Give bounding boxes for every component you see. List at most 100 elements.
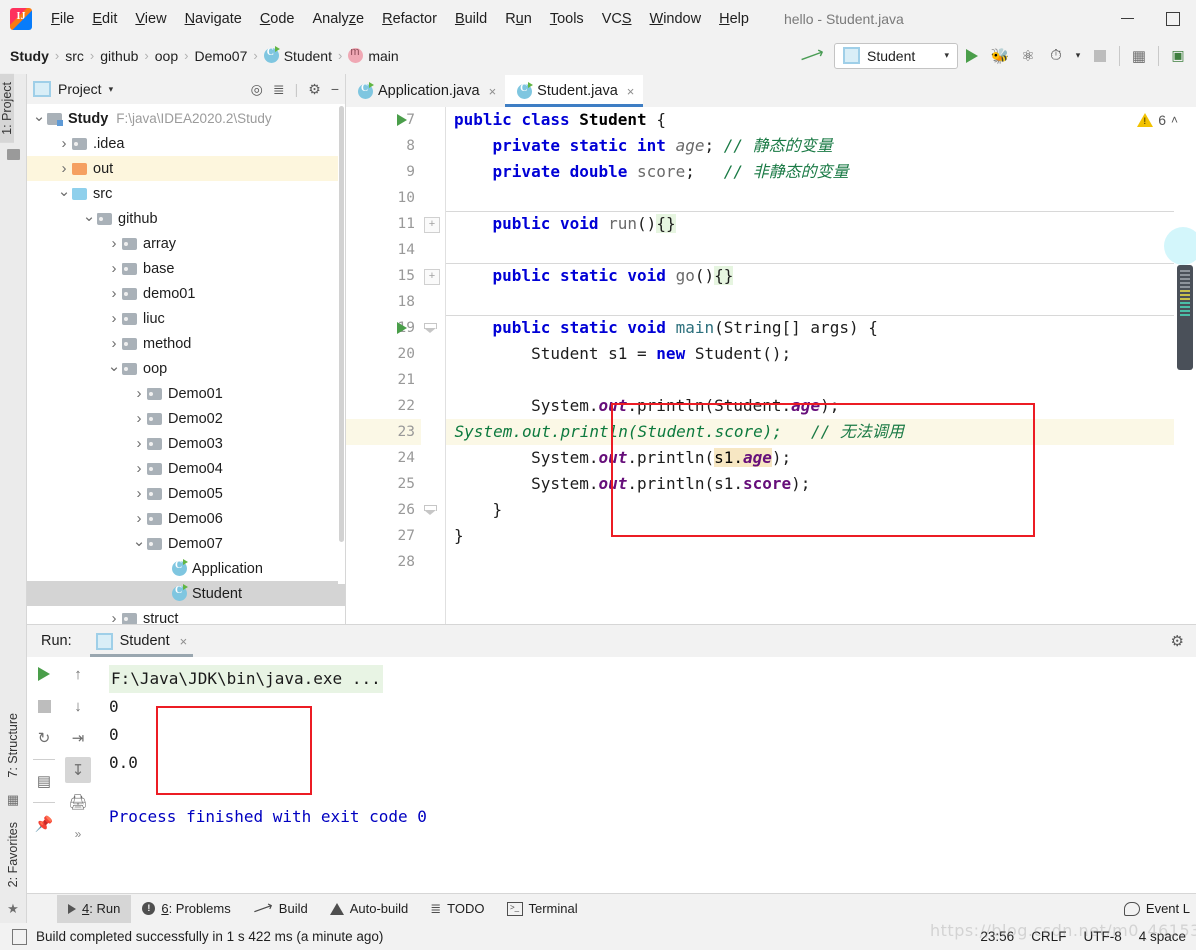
gear-icon[interactable]: ⚙ bbox=[308, 81, 321, 98]
menu-build[interactable]: Build bbox=[446, 8, 496, 30]
hammer-icon[interactable]: ⟶ bbox=[797, 42, 827, 69]
profiler-button[interactable]: ⏱ bbox=[1042, 42, 1070, 70]
breadcrumb-src[interactable]: src bbox=[65, 48, 84, 64]
close-icon[interactable]: × bbox=[489, 84, 497, 99]
structure-icon[interactable]: ▦ bbox=[7, 792, 19, 808]
file-encoding[interactable]: UTF-8 bbox=[1083, 929, 1121, 944]
folder-icon[interactable] bbox=[7, 149, 20, 160]
layout-button[interactable]: ▤ bbox=[31, 768, 57, 794]
fold-collapse-icon[interactable] bbox=[424, 505, 437, 516]
chevron-down-icon[interactable] bbox=[106, 360, 122, 378]
sidebar-item-structure[interactable]: 7: Structure bbox=[6, 705, 20, 786]
star-icon[interactable]: ★ bbox=[7, 901, 19, 917]
run-button[interactable] bbox=[958, 42, 986, 70]
tree-node-base[interactable]: base bbox=[27, 256, 345, 281]
close-icon[interactable]: × bbox=[627, 84, 635, 99]
tree-node-struct[interactable]: struct bbox=[27, 606, 345, 624]
gear-icon[interactable]: ⚙ bbox=[1171, 632, 1184, 650]
tree-node-demo02[interactable]: Demo02 bbox=[27, 406, 345, 431]
chevron-right-icon[interactable] bbox=[131, 435, 147, 452]
caret-position[interactable]: 23:56 bbox=[980, 929, 1014, 944]
inspection-widget[interactable]: 6 ˄ bbox=[1131, 112, 1178, 128]
breadcrumb-student[interactable]: Student bbox=[264, 48, 332, 64]
run-configuration-selector[interactable]: Student ▾ bbox=[834, 43, 958, 69]
tree-node-demo01[interactable]: demo01 bbox=[27, 281, 345, 306]
bottom-tab-auto-build[interactable]: Auto-build bbox=[319, 895, 420, 923]
breadcrumb-github[interactable]: github bbox=[100, 48, 138, 64]
tree-node-demo06[interactable]: Demo06 bbox=[27, 506, 345, 531]
gutter-run-icon[interactable] bbox=[394, 315, 410, 341]
chevron-right-icon[interactable] bbox=[106, 310, 122, 327]
event-log-button[interactable]: Event L bbox=[1124, 901, 1196, 916]
sidebar-item-project[interactable]: 1: Project bbox=[0, 74, 14, 143]
stop-button[interactable] bbox=[1086, 42, 1114, 70]
chevron-up-icon[interactable]: ˄ bbox=[1171, 113, 1178, 127]
tree-node-demo03[interactable]: Demo03 bbox=[27, 431, 345, 456]
tree-node-demo04[interactable]: Demo04 bbox=[27, 456, 345, 481]
run-tab-student[interactable]: Student × bbox=[90, 626, 194, 657]
bottom-tab-todo[interactable]: ≣TODO bbox=[419, 895, 495, 923]
scroll-up-button[interactable]: ↑ bbox=[65, 661, 91, 687]
breadcrumb-study[interactable]: Study bbox=[10, 48, 49, 64]
chevron-right-icon[interactable] bbox=[106, 335, 122, 352]
chevron-right-icon[interactable] bbox=[56, 160, 72, 177]
project-tree[interactable]: StudyF:\java\IDEA2020.2\Study.ideaoutsrc… bbox=[27, 104, 345, 624]
tree-node-demo01[interactable]: Demo01 bbox=[27, 381, 345, 406]
search-everywhere-button[interactable]: ▣ bbox=[1164, 42, 1192, 70]
project-tree-scrollbar[interactable] bbox=[338, 106, 345, 584]
bottom-tab-problems[interactable]: !6: Problems bbox=[131, 895, 241, 923]
tree-node-method[interactable]: method bbox=[27, 331, 345, 356]
close-icon[interactable]: × bbox=[180, 634, 188, 649]
indent-setting[interactable]: 4 space bbox=[1139, 929, 1186, 944]
soft-wrap-button[interactable]: ⇥ bbox=[65, 725, 91, 751]
menu-window[interactable]: Window bbox=[641, 8, 711, 30]
more-button[interactable]: » bbox=[65, 821, 91, 847]
chevron-right-icon[interactable] bbox=[106, 610, 122, 624]
bottom-tab-build[interactable]: ⟶Build bbox=[242, 895, 319, 923]
console-output[interactable]: F:\Java\JDK\bin\java.exe ... 0 0 0.0 Pro… bbox=[95, 657, 1196, 893]
scroll-to-end-button[interactable]: ↧ bbox=[65, 757, 91, 783]
menu-analyze[interactable]: Analyze bbox=[304, 8, 374, 30]
menu-navigate[interactable]: Navigate bbox=[176, 8, 251, 30]
print-button[interactable]: 🖨 bbox=[65, 789, 91, 815]
gutter-run-icon[interactable] bbox=[394, 107, 410, 133]
profiler-dropdown[interactable]: ▾ bbox=[1070, 42, 1086, 70]
fold-expand-icon[interactable]: + bbox=[424, 217, 440, 233]
breadcrumb-main[interactable]: main bbox=[348, 48, 398, 64]
breadcrumb-demo07[interactable]: Demo07 bbox=[194, 48, 247, 64]
editor-fold-column[interactable]: ++ bbox=[421, 107, 446, 624]
breadcrumb-oop[interactable]: oop bbox=[155, 48, 178, 64]
menu-vcs[interactable]: VCS bbox=[593, 8, 641, 30]
tree-node-student[interactable]: Student bbox=[27, 581, 345, 606]
scroll-down-button[interactable]: ↓ bbox=[65, 693, 91, 719]
bottom-tab-run[interactable]: 4: Run bbox=[57, 895, 131, 923]
pin-button[interactable]: 📌 bbox=[31, 811, 57, 837]
fold-expand-icon[interactable]: + bbox=[424, 269, 440, 285]
menu-code[interactable]: Code bbox=[251, 8, 304, 30]
bottom-tab-terminal[interactable]: >_Terminal bbox=[496, 895, 589, 923]
chevron-right-icon[interactable] bbox=[131, 510, 147, 527]
tree-node-demo05[interactable]: Demo05 bbox=[27, 481, 345, 506]
tab-student-java[interactable]: Student.java × bbox=[505, 75, 643, 107]
chevron-right-icon[interactable] bbox=[131, 410, 147, 427]
chevron-down-icon[interactable]: ▾ bbox=[109, 84, 114, 95]
sidebar-item-favorites[interactable]: 2: Favorites bbox=[6, 814, 20, 895]
project-structure-button[interactable]: ▦ bbox=[1125, 42, 1153, 70]
tree-node-study[interactable]: StudyF:\java\IDEA2020.2\Study bbox=[27, 106, 345, 131]
line-separator[interactable]: CRLF bbox=[1031, 929, 1066, 944]
tree-node-liuc[interactable]: liuc bbox=[27, 306, 345, 331]
maximize-button[interactable] bbox=[1150, 4, 1196, 34]
chevron-right-icon[interactable] bbox=[106, 285, 122, 302]
menu-file[interactable]: File bbox=[42, 8, 83, 30]
chevron-right-icon[interactable] bbox=[106, 260, 122, 277]
tree-node-github[interactable]: github bbox=[27, 206, 345, 231]
tree-node-application[interactable]: Application bbox=[27, 556, 345, 581]
menu-help[interactable]: Help bbox=[710, 8, 758, 30]
minimize-button[interactable] bbox=[1104, 4, 1150, 34]
chevron-right-icon[interactable] bbox=[106, 235, 122, 252]
menu-edit[interactable]: Edit bbox=[83, 8, 126, 30]
hide-icon[interactable]: − bbox=[331, 81, 339, 97]
tree-node--idea[interactable]: .idea bbox=[27, 131, 345, 156]
rerun-button[interactable] bbox=[31, 661, 57, 687]
chevron-right-icon[interactable] bbox=[131, 385, 147, 402]
